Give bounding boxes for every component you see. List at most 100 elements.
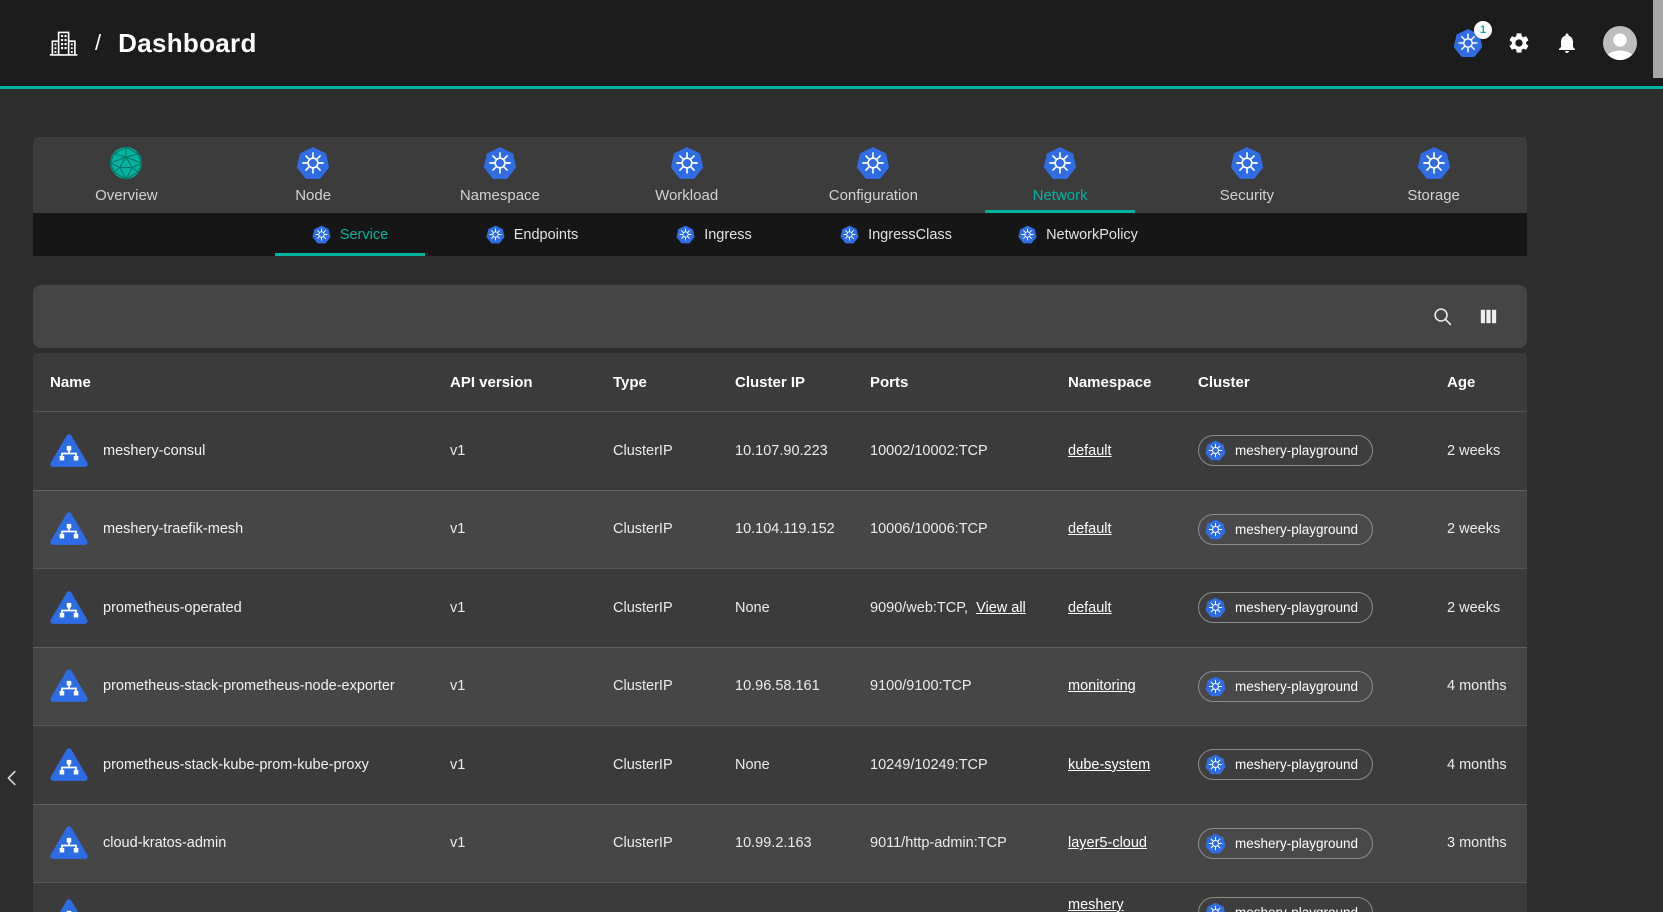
tab-namespace[interactable]: Namespace	[407, 137, 594, 213]
cluster-cell: meshery-playground	[1198, 592, 1447, 623]
namespace-link[interactable]: kube-system	[1068, 757, 1150, 773]
cluster-chip[interactable]: meshery-playground	[1198, 514, 1373, 545]
namespace-cell: default	[1068, 521, 1198, 537]
tab-configuration[interactable]: Configuration	[780, 137, 967, 213]
cluster-ip-cell: 10.107.90.223	[735, 443, 870, 459]
cluster-cell: meshery-playground	[1198, 828, 1447, 859]
kubernetes-icon	[1205, 754, 1226, 775]
age-cell: 4 months	[1447, 678, 1527, 694]
namespace-link[interactable]: meshery	[1068, 897, 1124, 912]
subtab-ingressclass[interactable]: IngressClass	[805, 213, 987, 256]
kubernetes-icon	[483, 146, 517, 180]
type-cell: ClusterIP	[613, 443, 735, 459]
view-all-link[interactable]: View all	[976, 600, 1026, 616]
api-version-cell: v1	[450, 757, 613, 773]
cluster-chip[interactable]: meshery-playground	[1198, 671, 1373, 702]
table-header: NameAPI versionTypeCluster IPPortsNamesp…	[33, 353, 1527, 411]
kubernetes-icon	[1417, 146, 1451, 180]
tab-workload[interactable]: Workload	[593, 137, 780, 213]
ports-text: 9011/http-admin:TCP	[870, 835, 1007, 851]
column-header-namespace[interactable]: Namespace	[1068, 374, 1198, 391]
table-body: meshery-consul v1 ClusterIP 10.107.90.22…	[33, 411, 1527, 912]
subtab-networkpolicy[interactable]: NetworkPolicy	[987, 213, 1169, 256]
subtab-ingress[interactable]: Ingress	[623, 213, 805, 256]
kubernetes-icon	[486, 225, 505, 244]
scrollbar-thumb[interactable]	[1653, 0, 1663, 78]
ports-cell: 9100/9100:TCP	[870, 678, 1068, 694]
main-content: Overview Node Namespace Workload Configu…	[33, 0, 1527, 912]
breadcrumb-separator: /	[95, 30, 101, 56]
user-avatar[interactable]	[1603, 26, 1637, 60]
kubernetes-icon	[1205, 440, 1226, 461]
namespace-link[interactable]: default	[1068, 521, 1112, 537]
column-header-name[interactable]: Name	[50, 374, 450, 391]
cluster-name: meshery-playground	[1235, 757, 1358, 772]
name-cell	[50, 897, 450, 912]
namespace-link[interactable]: default	[1068, 443, 1112, 459]
column-header-age[interactable]: Age	[1447, 374, 1527, 391]
tab-storage[interactable]: Storage	[1340, 137, 1527, 213]
service-name: prometheus-stack-prometheus-node-exporte…	[103, 678, 395, 694]
table-row[interactable]: prometheus-operated v1 ClusterIP None 90…	[33, 568, 1527, 647]
collapse-drawer-button[interactable]	[2, 763, 24, 793]
cluster-chip[interactable]: meshery-playground	[1198, 749, 1373, 780]
tab-network[interactable]: Network	[967, 137, 1154, 213]
kubernetes-icon	[296, 146, 330, 180]
ports-text: 10002/10002:TCP	[870, 443, 988, 459]
cluster-cell: meshery-playground	[1198, 897, 1447, 912]
cluster-cell: meshery-playground	[1198, 671, 1447, 702]
cluster-chip[interactable]: meshery-playground	[1198, 592, 1373, 623]
kubernetes-icon	[1230, 146, 1264, 180]
column-header-ports[interactable]: Ports	[870, 374, 1068, 391]
kubernetes-icon	[840, 225, 859, 244]
kubernetes-icon	[312, 225, 331, 244]
table-row[interactable]: meshery meshery-playground	[33, 882, 1527, 912]
kubernetes-icon	[1205, 676, 1226, 697]
search-icon[interactable]	[1431, 305, 1454, 328]
view-columns-icon[interactable]	[1477, 305, 1500, 328]
notifications-button[interactable]	[1555, 31, 1579, 55]
service-icon	[50, 589, 88, 627]
organization-icon[interactable]	[48, 27, 78, 59]
table-toolbar	[33, 285, 1527, 348]
name-cell: prometheus-operated	[50, 589, 450, 627]
settings-button[interactable]	[1507, 31, 1531, 55]
namespace-link[interactable]: default	[1068, 600, 1112, 616]
subtab-service[interactable]: Service	[259, 213, 441, 256]
tab-overview[interactable]: Overview	[33, 137, 220, 213]
kubernetes-context-button[interactable]: 1	[1453, 28, 1483, 58]
namespace-cell: default	[1068, 443, 1198, 459]
table-row[interactable]: cloud-kratos-admin v1 ClusterIP 10.99.2.…	[33, 804, 1527, 883]
table-row[interactable]: prometheus-stack-kube-prom-kube-proxy v1…	[33, 725, 1527, 804]
cluster-chip[interactable]: meshery-playground	[1198, 897, 1373, 912]
cluster-ip-cell: 10.96.58.161	[735, 678, 870, 694]
namespace-cell: layer5-cloud	[1068, 835, 1198, 851]
subtab-endpoints[interactable]: Endpoints	[441, 213, 623, 256]
table-row[interactable]: meshery-consul v1 ClusterIP 10.107.90.22…	[33, 411, 1527, 490]
services-table: NameAPI versionTypeCluster IPPortsNamesp…	[33, 353, 1527, 912]
tab-security[interactable]: Security	[1154, 137, 1341, 213]
age-cell: 2 weeks	[1447, 600, 1527, 616]
cluster-chip[interactable]: meshery-playground	[1198, 828, 1373, 859]
cluster-chip[interactable]: meshery-playground	[1198, 435, 1373, 466]
table-row[interactable]: meshery-traefik-mesh v1 ClusterIP 10.104…	[33, 490, 1527, 569]
tab-label: Workload	[655, 187, 718, 204]
kubernetes-icon	[1205, 902, 1226, 912]
tab-node[interactable]: Node	[220, 137, 407, 213]
cluster-ip-cell: 10.99.2.163	[735, 835, 870, 851]
column-header-type[interactable]: Type	[613, 374, 735, 391]
header-accent-line	[0, 86, 1663, 89]
kubernetes-icon	[856, 146, 890, 180]
cluster-name: meshery-playground	[1235, 600, 1358, 615]
column-header-cluster[interactable]: Cluster	[1198, 374, 1447, 391]
namespace-link[interactable]: monitoring	[1068, 678, 1136, 694]
namespace-cell: kube-system	[1068, 757, 1198, 773]
tab-label: Node	[295, 187, 331, 204]
column-header-api-version[interactable]: API version	[450, 374, 613, 391]
type-cell: ClusterIP	[613, 600, 735, 616]
column-header-cluster-ip[interactable]: Cluster IP	[735, 374, 870, 391]
table-row[interactable]: prometheus-stack-prometheus-node-exporte…	[33, 647, 1527, 726]
api-version-cell: v1	[450, 835, 613, 851]
namespace-link[interactable]: layer5-cloud	[1068, 835, 1147, 851]
type-cell: ClusterIP	[613, 757, 735, 773]
